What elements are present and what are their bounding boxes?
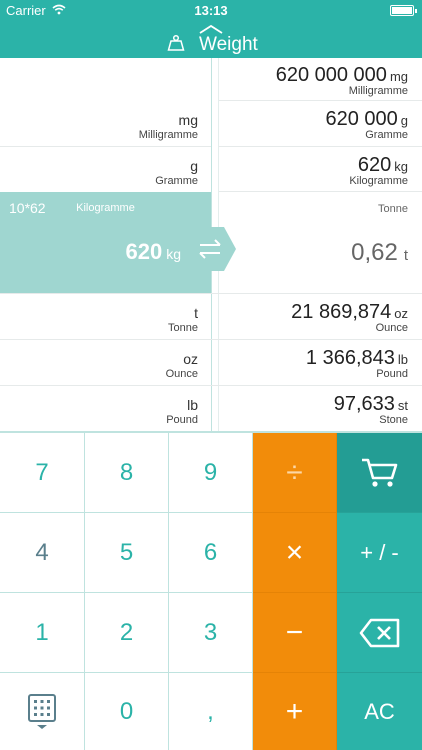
key-6[interactable]: 6: [169, 513, 253, 593]
result-unit: mg: [389, 69, 408, 84]
result-value: 97,633: [333, 393, 395, 415]
input-number: 620: [125, 239, 163, 264]
key-0[interactable]: 0: [85, 673, 169, 750]
output-number: 0,62: [351, 239, 398, 266]
backspace-icon: [359, 618, 399, 647]
battery-icon: [390, 5, 417, 16]
plus-button[interactable]: +: [253, 673, 337, 750]
page-title: Weight: [199, 34, 258, 55]
weight-icon: [167, 34, 185, 51]
keyboard-toggle-button[interactable]: [0, 673, 85, 750]
key-4[interactable]: 4: [0, 513, 85, 593]
result-unit: oz: [394, 306, 408, 321]
result-value: 620: [357, 154, 392, 176]
result-value: 620 000 000: [275, 64, 387, 86]
comma-button[interactable]: ,: [169, 673, 253, 750]
minus-button[interactable]: −: [253, 593, 337, 673]
key-1[interactable]: 1: [0, 593, 85, 673]
unit-row-mg[interactable]: mg: [179, 112, 198, 128]
row-divider: [219, 146, 422, 147]
row-divider: [219, 191, 422, 192]
output-unit: t: [403, 247, 408, 264]
clock: 13:13: [194, 3, 228, 18]
result-row-mg[interactable]: 620 000 000 mg: [276, 64, 408, 87]
output-value[interactable]: 0,62 t: [351, 239, 408, 267]
cart-button[interactable]: [337, 433, 422, 513]
result-row-kg[interactable]: 620 kg: [358, 154, 408, 177]
multiply-button[interactable]: ×: [253, 513, 337, 593]
result-name: Pound: [376, 368, 408, 380]
status-bar: Carrier 13:13: [0, 0, 422, 22]
key-3[interactable]: 3: [169, 593, 253, 673]
result-name: Ounce: [375, 322, 408, 334]
clear-button[interactable]: AC: [337, 673, 422, 750]
sign-toggle-button[interactable]: + / -: [337, 513, 422, 593]
result-name: Gramme: [365, 129, 408, 141]
result-row-lb[interactable]: 1 366,843 lb: [306, 347, 408, 370]
unit-row-oz[interactable]: oz: [183, 351, 198, 367]
row-divider: [0, 146, 211, 147]
result-unit: lb: [397, 352, 408, 367]
input-unit: kg: [166, 246, 181, 262]
swap-icon[interactable]: [186, 227, 236, 271]
header: Weight: [0, 22, 422, 58]
result-name: Stone: [379, 414, 408, 426]
backspace-button[interactable]: [337, 593, 422, 673]
row-divider: [219, 100, 422, 101]
keypad: 7 8 9 ÷ 4 5 6 × + / - 1 2 3 − 0 , + AC: [0, 431, 422, 750]
unit-row-g[interactable]: g: [190, 158, 198, 174]
input-value: 620 kg: [125, 239, 181, 265]
chevron-up-icon[interactable]: [198, 24, 224, 34]
result-row-g[interactable]: 620 000 g: [325, 108, 408, 131]
row-divider: [0, 385, 422, 386]
key-5[interactable]: 5: [85, 513, 169, 593]
divide-button[interactable]: ÷: [253, 433, 337, 513]
result-value: 620 000: [325, 108, 398, 130]
output-unit-name: Tonne: [378, 203, 408, 215]
sign-toggle-label: + / -: [360, 539, 399, 565]
result-value: 1 366,843: [305, 347, 395, 369]
unit-name: Pound: [166, 414, 198, 426]
keyboard-icon: [28, 694, 56, 729]
key-9[interactable]: 9: [169, 433, 253, 513]
result-row-st[interactable]: 97,633 st: [334, 393, 408, 416]
result-row-oz[interactable]: 21 869,874 oz: [291, 301, 408, 324]
cart-icon: [361, 458, 397, 487]
unit-name: Gramme: [155, 175, 198, 187]
result-name: Kilogramme: [349, 175, 408, 187]
result-unit: g: [400, 113, 408, 128]
key-7[interactable]: 7: [0, 433, 85, 513]
result-value: 21 869,874: [291, 301, 392, 323]
unit-row-lb[interactable]: lb: [187, 397, 198, 413]
input-row-selected[interactable]: 10*62 Kilogramme 620 kg: [0, 192, 211, 293]
unit-row-t[interactable]: t: [194, 305, 198, 321]
result-unit: kg: [394, 159, 408, 174]
result-name: Milligramme: [348, 85, 408, 97]
key-2[interactable]: 2: [85, 593, 169, 673]
unit-name: Ounce: [165, 368, 198, 380]
clear-label: AC: [364, 699, 395, 724]
input-unit-name: Kilogramme: [76, 202, 135, 214]
row-divider: [0, 339, 422, 340]
unit-name: Tonne: [168, 322, 198, 334]
conversion-panel: 620 000 000 mg Milligramme mg Milligramme…: [0, 58, 422, 431]
row-divider: [0, 293, 422, 294]
key-8[interactable]: 8: [85, 433, 169, 513]
result-unit: st: [397, 398, 408, 413]
unit-name: Milligramme: [138, 129, 198, 141]
